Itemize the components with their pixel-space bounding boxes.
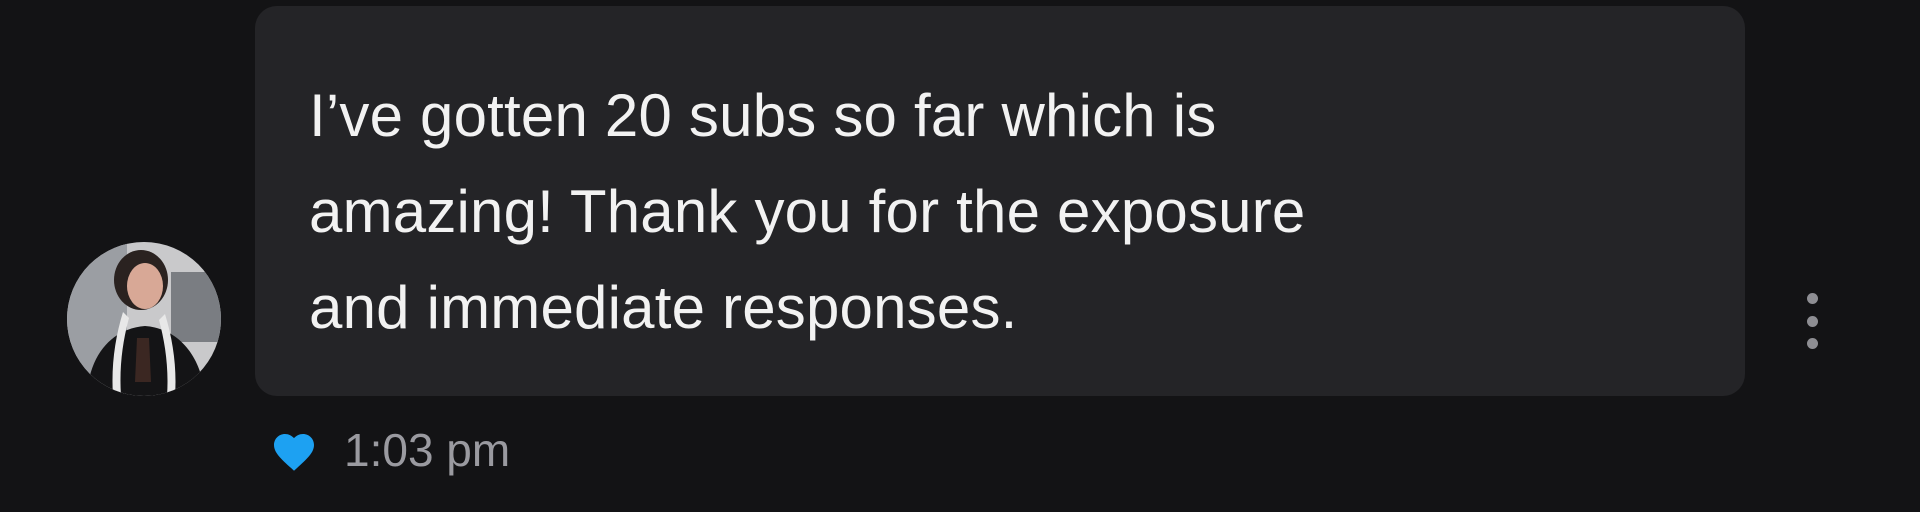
- vertical-ellipsis-icon: [1806, 293, 1818, 304]
- vertical-ellipsis-icon: [1806, 338, 1818, 349]
- sender-avatar[interactable]: [67, 242, 221, 396]
- message-text: I’ve gotten 20 subs so far which is amaz…: [309, 82, 1306, 341]
- more-options-button[interactable]: [1797, 293, 1827, 349]
- message-bubble[interactable]: I’ve gotten 20 subs so far which is amaz…: [255, 6, 1745, 396]
- avatar-photo: [67, 242, 221, 396]
- heart-icon[interactable]: [270, 428, 318, 472]
- message-timestamp: 1:03 pm: [344, 424, 511, 476]
- message-meta-row: 1:03 pm: [270, 420, 510, 480]
- vertical-ellipsis-icon: [1806, 315, 1818, 327]
